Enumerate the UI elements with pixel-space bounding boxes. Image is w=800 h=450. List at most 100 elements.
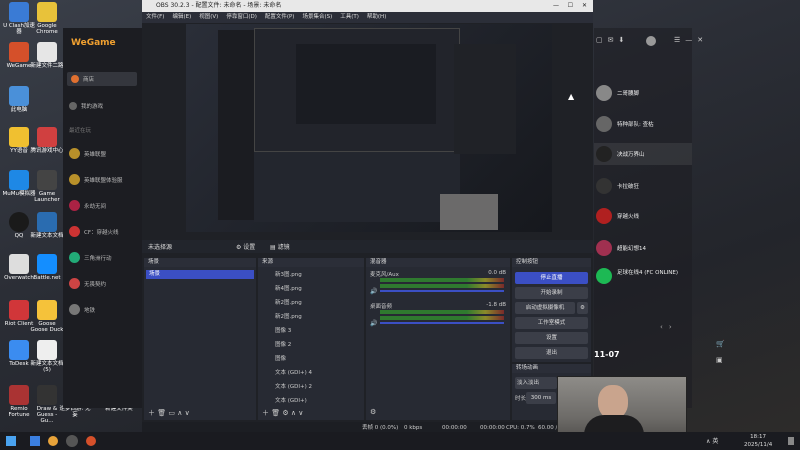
game-item[interactable]: 英雄联盟体验服 [69, 174, 123, 185]
next-icon[interactable]: › [669, 323, 678, 331]
chrome-icon[interactable] [48, 436, 58, 446]
filters-button[interactable]: ▤ 滤镜 [270, 242, 290, 251]
start-recording-button[interactable]: 开始录制 [515, 287, 588, 299]
desktop-icon[interactable]: 新建文件二路 [30, 42, 64, 69]
source-item[interactable]: 文本 (GDI+) 2 [261, 383, 361, 392]
download-icon[interactable]: ⬇ [619, 36, 630, 44]
game-item[interactable]: 地铁 [69, 304, 95, 315]
scene-item[interactable]: 场景 [146, 270, 254, 279]
friend-item[interactable]: 决战万界山 [594, 143, 692, 165]
exit-button[interactable]: 退出 [515, 347, 588, 359]
avatar[interactable] [646, 36, 656, 46]
desktop-icon[interactable]: 腾讯游戏中心 [30, 127, 64, 154]
wegame-taskbar-icon[interactable] [86, 436, 96, 446]
virtual-camera-button[interactable]: 启动虚拟摄像机 [515, 302, 575, 314]
cart-icon[interactable]: 🛒 [716, 340, 725, 348]
game-item[interactable]: CF：穿越火线 [69, 226, 119, 237]
add-icon[interactable]: ＋ [262, 409, 269, 417]
start-icon[interactable] [6, 436, 16, 446]
mixer-settings-icon[interactable]: ⚙ [370, 408, 376, 416]
menu-docks[interactable]: 停靠窗口(D) [226, 12, 257, 23]
settings-button[interactable]: 设置 [515, 332, 588, 344]
source-item[interactable]: 图像 2 [261, 341, 361, 350]
friend-item[interactable]: 超能幻想14 [594, 237, 692, 259]
nav-store[interactable]: 商店 [67, 72, 137, 86]
filter-icon[interactable]: ▭ [168, 409, 175, 417]
minimize-icon[interactable]: — [685, 36, 697, 44]
chat-icon[interactable]: ▢ [596, 36, 608, 44]
source-item[interactable]: 新4图.png [261, 285, 361, 294]
gear-icon[interactable]: ⚙ [282, 409, 288, 417]
lang-indicator[interactable]: 英 [712, 438, 718, 445]
obs-taskbar-icon[interactable] [66, 435, 78, 447]
desktop-icon[interactable]: 新建文本文档 [30, 212, 64, 239]
up-icon[interactable]: ∧ [177, 409, 182, 417]
trash-icon[interactable]: 🗑 [271, 409, 280, 417]
game-item[interactable]: 英雄联盟 [69, 148, 106, 159]
menu-edit[interactable]: 编辑(E) [172, 12, 191, 23]
duration-input[interactable]: 300 ms [526, 392, 556, 404]
down-icon[interactable]: ∨ [298, 409, 303, 417]
desktop-icon[interactable]: 新建文本文档 (5) [30, 340, 64, 373]
no-source-label: 未选择源 [148, 244, 173, 251]
trash-icon[interactable]: 🗑 [157, 409, 166, 417]
up-icon[interactable]: ∧ [291, 409, 296, 417]
chevron-up-icon[interactable]: ∧ [706, 438, 710, 445]
menu-scene-collection[interactable]: 场景集合(S) [302, 12, 332, 23]
message-icon[interactable]: ✉ [608, 36, 619, 44]
desktop-icon[interactable]: Google Chrome [30, 2, 64, 35]
nav-my-games[interactable]: 我的游戏 [69, 102, 103, 110]
friend-item[interactable]: 特种部队: 查枯 [594, 113, 692, 135]
source-item[interactable]: 新3图.png [261, 271, 361, 280]
taskbar: ∧ 英 18:17 2025/11/4 [0, 432, 800, 450]
source-item[interactable]: 文本 (GDI+) [261, 397, 361, 406]
volume-slider[interactable] [380, 322, 504, 324]
speaker-icon[interactable]: 🔊 [370, 320, 377, 327]
menu-profile[interactable]: 配置文件(P) [265, 12, 295, 23]
maximize-button[interactable]: ☐ [568, 0, 573, 12]
virtual-camera-settings[interactable]: ⚙ [577, 302, 588, 314]
app-icon [37, 212, 57, 232]
close-button[interactable]: ✕ [582, 0, 587, 12]
menu-icon[interactable]: ☰ [674, 36, 685, 44]
menu-view[interactable]: 视图(V) [199, 12, 218, 23]
prev-icon[interactable]: ‹ [660, 323, 669, 331]
add-icon[interactable]: ＋ [148, 409, 155, 417]
box-icon[interactable]: ▣ [716, 356, 723, 364]
friend-item[interactable]: 卡拉破狂 [594, 175, 692, 197]
notification-icon[interactable] [788, 437, 794, 445]
menu-file[interactable]: 文件(F) [146, 12, 164, 23]
section-recent: 最近在玩 [69, 128, 92, 134]
studio-mode-button[interactable]: 工作室模式 [515, 317, 588, 329]
source-item[interactable]: 新2图.png [261, 313, 361, 322]
game-item[interactable]: 三角洲行动 [69, 252, 112, 263]
clock[interactable]: 18:17 2025/11/4 [744, 433, 772, 449]
windows-icon[interactable] [30, 436, 40, 446]
volume-slider[interactable] [380, 290, 504, 292]
desktop-icon[interactable]: Battle.net [30, 254, 64, 281]
menu-tools[interactable]: 工具(T) [340, 12, 359, 23]
transition-select[interactable]: 淡入淡出 [515, 377, 557, 389]
friend-item[interactable]: 二哥腰脚 [594, 82, 692, 104]
minimize-button[interactable]: — [553, 0, 559, 12]
properties-button[interactable]: ⚙ 设置 [236, 242, 255, 251]
menu-help[interactable]: 帮助(H) [367, 12, 386, 23]
source-item[interactable]: 图像 [261, 355, 361, 364]
game-item[interactable]: 永劫无间 [69, 200, 106, 211]
desktop-icon[interactable]: Game Launcher [30, 170, 64, 203]
close-icon[interactable]: ✕ [697, 36, 708, 44]
game-item[interactable]: 无畏契约 [69, 278, 106, 289]
desktop-icon[interactable]: 此电脑 [2, 86, 36, 113]
stop-streaming-button[interactable]: 停止直播 [515, 272, 588, 284]
source-item[interactable]: 图像 3 [261, 327, 361, 336]
app-icon [9, 2, 29, 22]
desktop-icon[interactable]: Goose Goose Duck [30, 300, 64, 333]
friend-item[interactable]: 足球在线4 (FC ONLINE) [594, 268, 692, 294]
down-icon[interactable]: ∨ [185, 409, 190, 417]
friend-item[interactable]: 穿越火线 [594, 205, 692, 227]
speaker-icon[interactable]: 🔊 [370, 288, 377, 295]
source-item[interactable]: 文本 (GDI+) 4 [261, 369, 361, 378]
source-item[interactable]: 新2图.png [261, 299, 361, 308]
preview-canvas[interactable] [186, 24, 552, 232]
sources-header: 来源 [258, 258, 364, 267]
